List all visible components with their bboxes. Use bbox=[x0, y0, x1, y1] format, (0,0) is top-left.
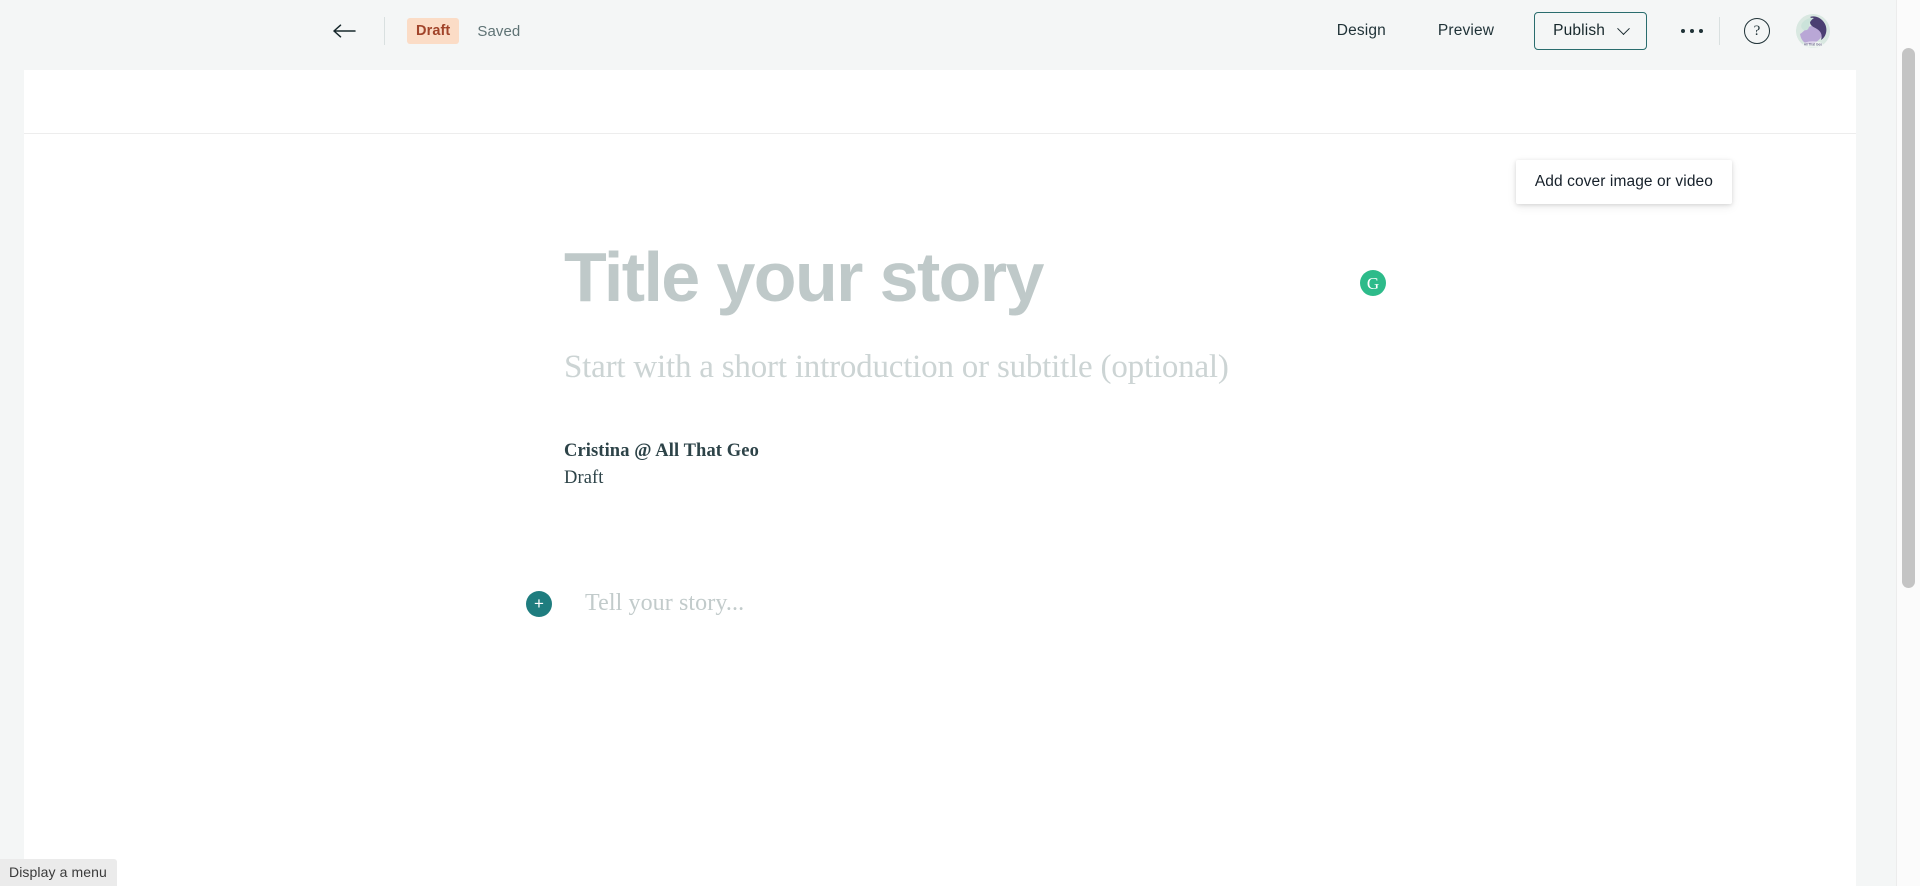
tab-preview[interactable]: Preview bbox=[1434, 16, 1498, 46]
cover-area bbox=[24, 70, 1856, 134]
browser-status-tooltip: Display a menu bbox=[0, 859, 117, 886]
compose-row: + Tell your story... bbox=[526, 590, 1626, 617]
svg-text:All That Geo: All That Geo bbox=[1804, 42, 1822, 46]
page-scrollbar[interactable] bbox=[1896, 0, 1920, 886]
scrollbar-thumb[interactable] bbox=[1902, 48, 1915, 588]
byline-author: Cristina @ All That Geo bbox=[564, 441, 759, 462]
tab-design[interactable]: Design bbox=[1333, 16, 1390, 46]
story-body: Title your story G Start with a short in… bbox=[526, 238, 1664, 617]
header-divider-left bbox=[384, 17, 385, 45]
byline: Cristina @ All That Geo Draft bbox=[564, 438, 1664, 492]
question-mark-circle-icon[interactable]: ? bbox=[1744, 18, 1770, 44]
story-subtitle-input[interactable]: Start with a short introduction or subti… bbox=[564, 349, 1664, 386]
ellipsis-icon[interactable] bbox=[1669, 12, 1715, 50]
avatar[interactable]: All That Geo bbox=[1796, 14, 1830, 48]
help-glyph: ? bbox=[1753, 22, 1761, 39]
arrow-left-icon[interactable] bbox=[328, 14, 362, 48]
story-title-input[interactable]: Title your story bbox=[564, 238, 1044, 316]
story-editor-card: Add cover image or video Title your stor… bbox=[24, 70, 1856, 886]
saved-status-label: Saved bbox=[477, 22, 521, 40]
plus-icon: + bbox=[534, 594, 544, 614]
status-badge: Draft bbox=[407, 17, 460, 45]
publish-button[interactable]: Publish bbox=[1534, 12, 1647, 50]
title-row: Title your story G bbox=[564, 238, 1664, 316]
grammarly-icon[interactable]: G bbox=[1360, 270, 1386, 296]
header-right-group: Design Preview Publish ? All That Geo bbox=[1333, 12, 1830, 50]
editor-canvas: Add cover image or video Title your stor… bbox=[0, 62, 1896, 886]
byline-status: Draft bbox=[564, 468, 604, 489]
app-header: Draft Saved Design Preview Publish ? All… bbox=[0, 0, 1896, 62]
grammarly-glyph: G bbox=[1366, 273, 1380, 293]
publish-button-label: Publish bbox=[1553, 22, 1605, 39]
add-cover-button[interactable]: Add cover image or video bbox=[1515, 160, 1732, 204]
add-block-button[interactable]: + bbox=[526, 590, 552, 617]
story-body-input[interactable]: Tell your story... bbox=[585, 590, 744, 617]
chevron-down-icon bbox=[1617, 21, 1630, 35]
header-divider-right bbox=[1719, 17, 1720, 45]
header-left-group: Draft Saved bbox=[328, 14, 520, 48]
